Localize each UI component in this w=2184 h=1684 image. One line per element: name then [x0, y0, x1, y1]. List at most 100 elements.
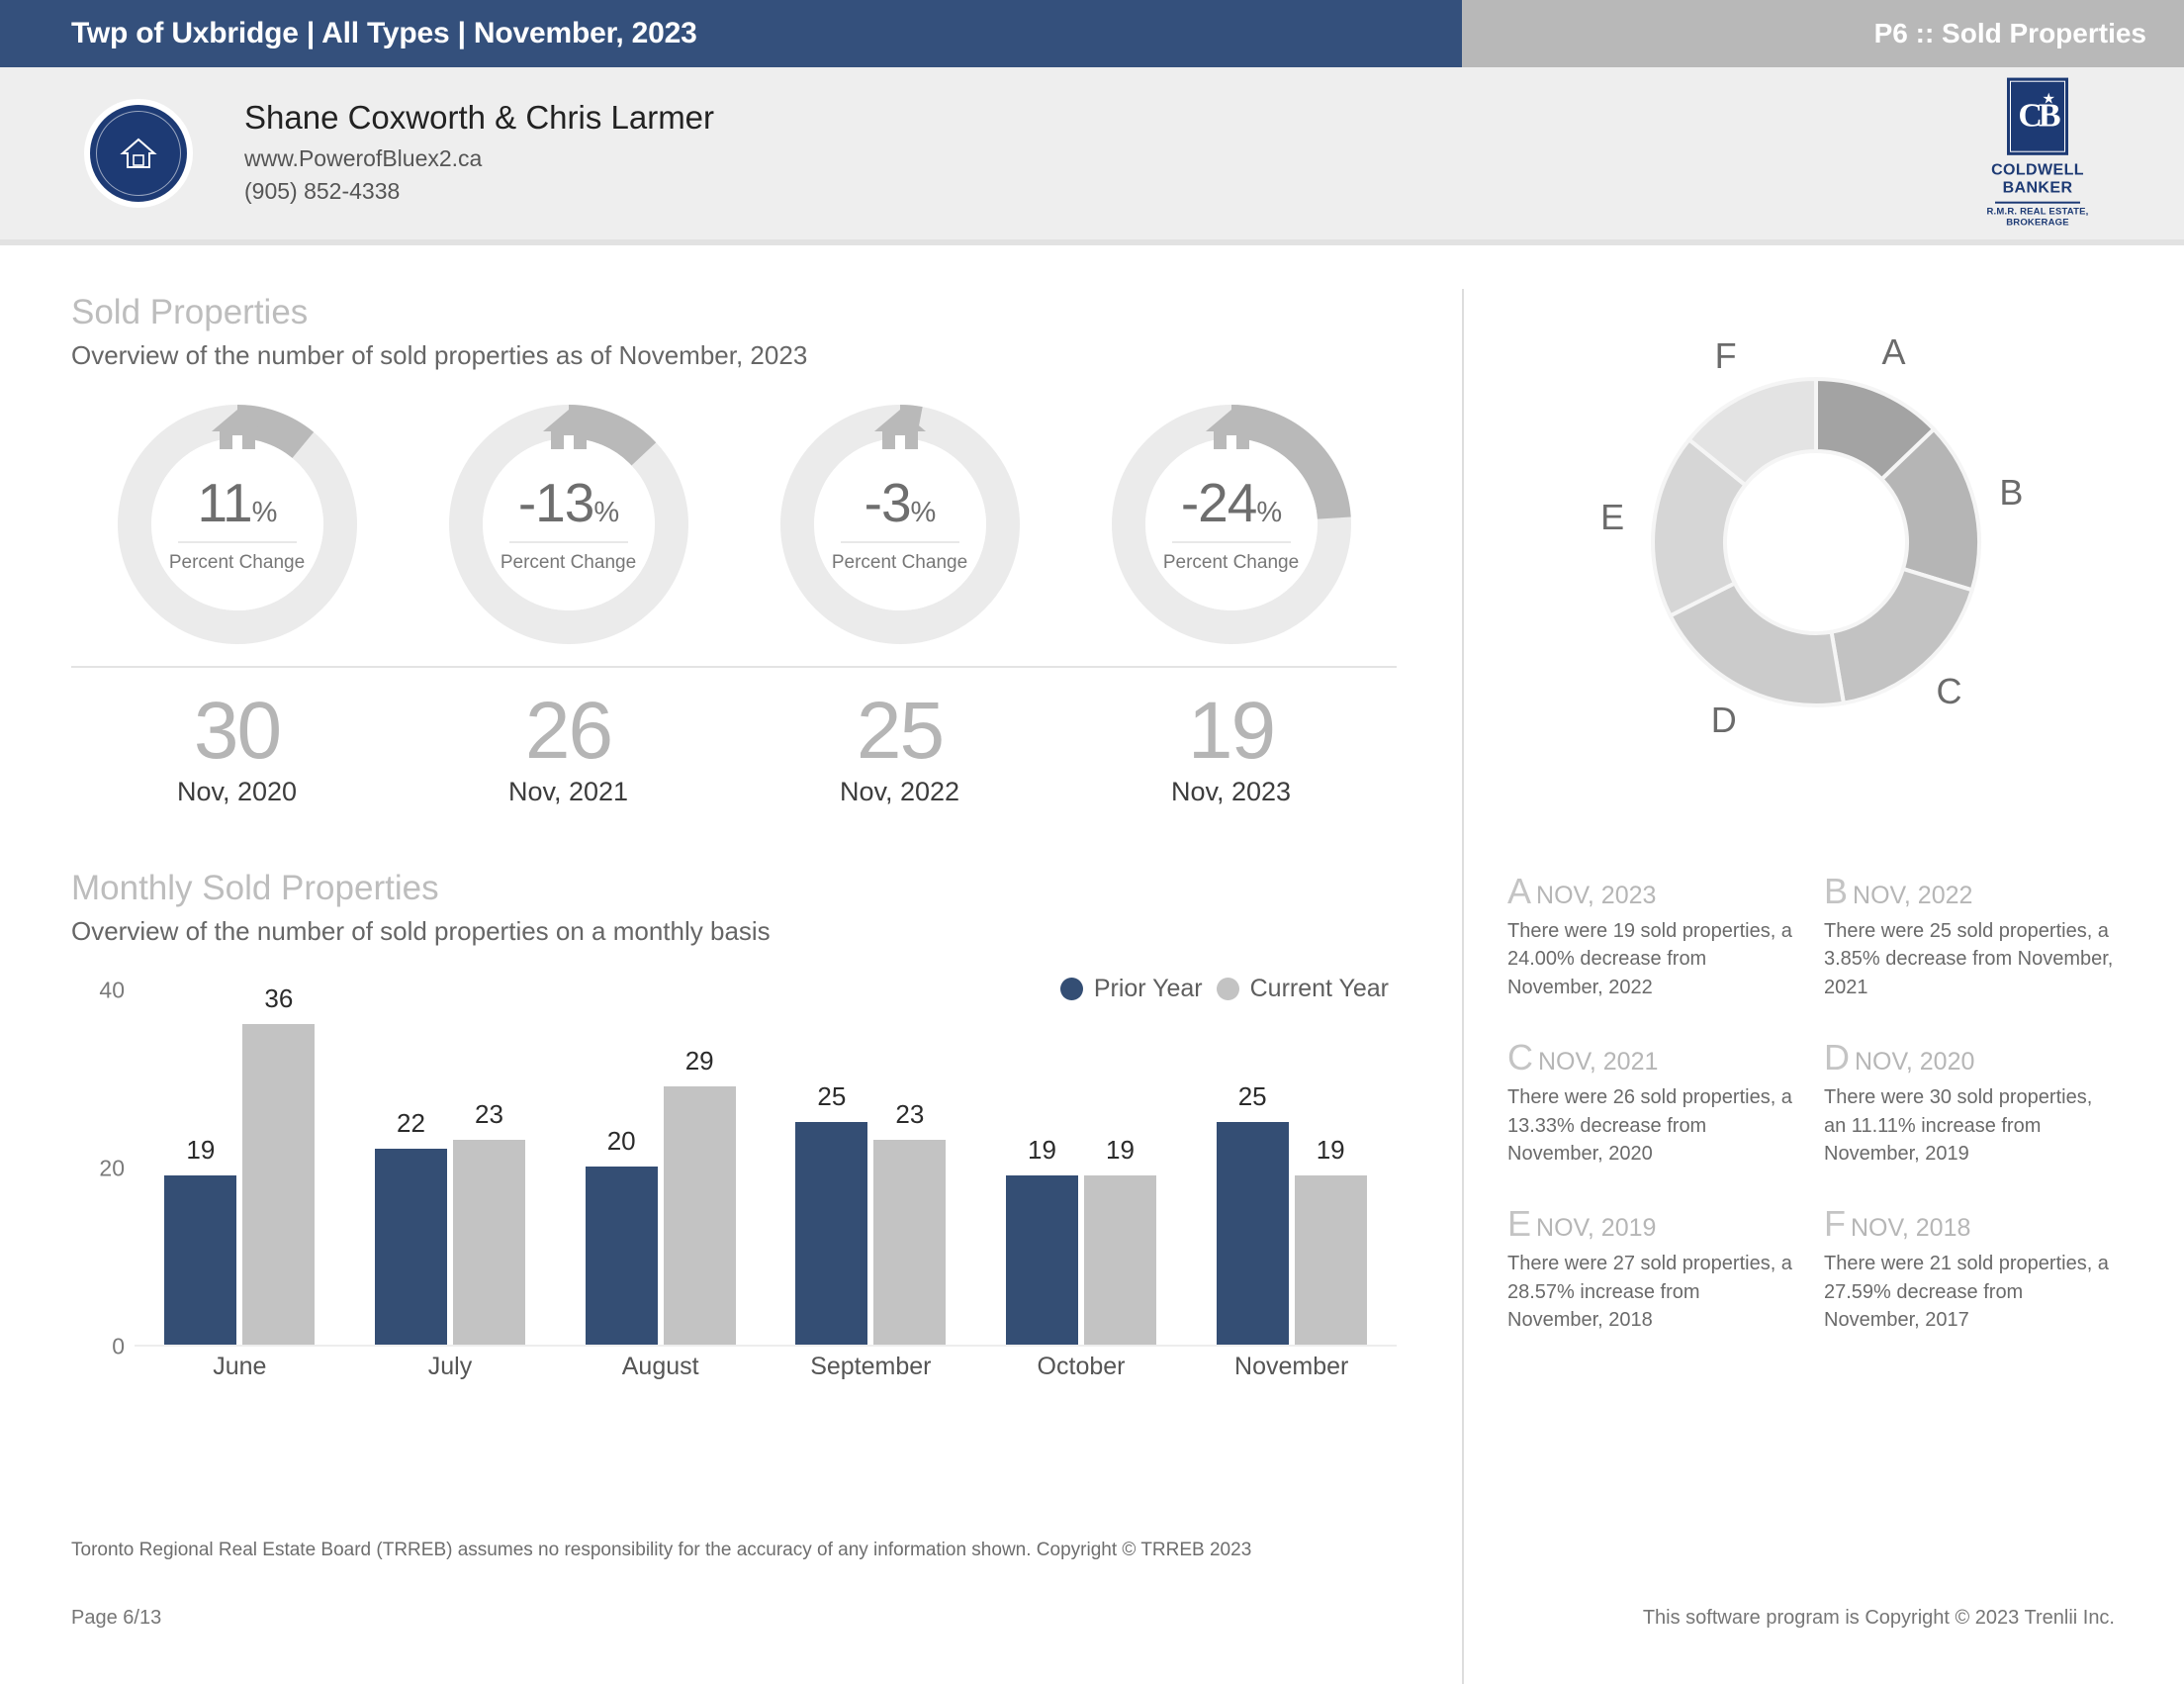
bar[interactable] — [1216, 1121, 1289, 1345]
gauge-rule — [508, 540, 628, 543]
yearly-totals-row: 30 Nov, 2020 26 Nov, 2021 25 Nov, 2022 19 Nov, … — [71, 690, 1397, 807]
bar-value-label: 25 — [817, 1080, 847, 1111]
bar-value-label: 19 — [1028, 1134, 1056, 1165]
brokerage-name-line2: BANKER — [2002, 179, 2073, 197]
brokerage-sub-line2: BROKERAGE — [2006, 217, 2069, 229]
sold-properties-subtitle: Overview of the number of sold propertie… — [71, 340, 808, 370]
donut-legend-description: There were 19 sold properties, a 24.00% … — [1507, 920, 1792, 998]
yearly-total-cell: 25 Nov, 2022 — [734, 690, 1065, 807]
donut-legend-item: C NOV, 2021 There were 26 sold properties,… — [1507, 1037, 1824, 1168]
bar-wrapper: 36 — [242, 983, 316, 1345]
donut-legend-period: NOV, 2023 — [1536, 882, 1657, 909]
section-divider — [71, 666, 1397, 668]
agent-website[interactable]: www.PowerofBluex2.ca — [244, 142, 714, 175]
bar-group: 25 19 — [1186, 990, 1397, 1345]
bar-wrapper: 20 — [585, 990, 658, 1345]
donut-slice-label: A — [1881, 331, 1906, 373]
bar-value-label: 23 — [475, 1098, 503, 1129]
donut-slice-label: E — [1600, 497, 1625, 538]
gauge-cell: -3% Percent Change — [734, 401, 1065, 648]
gauge-row: 11% Percent Change -13% Percent Change -3% Pe… — [71, 401, 1397, 648]
donut-legend-item: B NOV, 2022 There were 25 sold properties,… — [1824, 871, 2140, 1001]
bar[interactable] — [242, 1023, 316, 1345]
bar-group: 20 29 — [555, 990, 766, 1345]
donut-legend-letter: C — [1507, 1037, 1533, 1078]
percent-change-gauge: 11% Percent Change — [114, 401, 361, 648]
donut-legend-heading: B NOV, 2022 — [1824, 871, 2117, 912]
gauge-percent-symbol: % — [1256, 496, 1282, 528]
bar-group: 25 23 — [766, 990, 976, 1345]
brokerage-name-line1: COLDWELL — [1991, 161, 2084, 179]
donut-legend-description: There were 21 sold properties, a 27.59% … — [1824, 1253, 2109, 1332]
top-header-bar: Twp of Uxbridge | All Types | November, … — [0, 0, 2184, 67]
coldwell-banker-mark-icon: CB ★ — [2007, 77, 2068, 155]
agent-name: Shane Coxworth & Chris Larmer — [244, 99, 715, 137]
yearly-total-value: 30 — [193, 686, 282, 776]
home-icon — [873, 410, 926, 449]
yearly-total-period: Nov, 2021 — [507, 776, 629, 806]
bar[interactable] — [164, 1174, 237, 1345]
left-column: Sold Properties Overview of the number o… — [0, 245, 1462, 1678]
bar[interactable] — [1006, 1174, 1079, 1345]
bar[interactable] — [663, 1085, 736, 1345]
monthly-bar-chart: Prior Year Current Year 0 20 40 19 36 22 23 20 2… — [71, 975, 1397, 1386]
x-axis-label: June — [213, 1352, 267, 1380]
bar-group: 19 19 — [976, 990, 1187, 1345]
gauge-label: Percent Change — [831, 551, 968, 573]
seal-house-glyph — [120, 138, 157, 168]
bar-value-label: 19 — [1316, 1134, 1345, 1165]
donut-legend-period: NOV, 2021 — [1538, 1048, 1659, 1076]
agent-info-bar: Shane Coxworth & Chris Larmer www.Powero… — [0, 67, 2184, 245]
x-axis-label: July — [427, 1352, 473, 1380]
donut-slice-label: B — [1999, 471, 2024, 513]
gauge-percent-symbol: % — [251, 496, 278, 528]
yearly-total-cell: 26 Nov, 2021 — [403, 690, 734, 807]
monthly-subtitle: Overview of the number of sold propertie… — [71, 915, 771, 946]
donut-slice-label: F — [1714, 335, 1737, 377]
donut-legend-letter: B — [1824, 871, 1849, 911]
bar-wrapper: 19 — [1294, 990, 1367, 1345]
gauge-cell: -13% Percent Change — [403, 401, 734, 648]
bar[interactable] — [585, 1166, 658, 1345]
gauge-label: Percent Change — [500, 551, 637, 573]
donut-legend-period: NOV, 2018 — [1851, 1214, 1971, 1243]
bar[interactable] — [375, 1148, 447, 1345]
chart-x-axis: June July August September October November — [135, 1353, 1397, 1381]
donut-legend-period: NOV, 2019 — [1536, 1214, 1657, 1243]
home-icon — [542, 410, 594, 449]
bar[interactable] — [873, 1139, 947, 1345]
house-seal-icon — [88, 103, 189, 204]
gauge-label: Percent Change — [1162, 551, 1300, 573]
yearly-total-period: Nov, 2022 — [839, 776, 960, 806]
bar[interactable] — [1294, 1174, 1367, 1345]
donut-legend-list: A NOV, 2023 There were 19 sold properties,… — [1507, 871, 2140, 1370]
agent-phone[interactable]: (905) 852-4338 — [244, 175, 714, 208]
bar[interactable] — [1084, 1174, 1157, 1345]
donut-legend-letter: D — [1824, 1037, 1850, 1078]
gauge-cell: 11% Percent Change — [71, 401, 403, 648]
bar-value-label: 19 — [1106, 1134, 1135, 1165]
chart-plot-area: 19 36 22 23 20 29 25 23 19 19 25 19 — [135, 983, 1397, 1347]
bar-value-label: 36 — [264, 982, 294, 1013]
gauge-value: -13% — [517, 471, 619, 533]
gauge-rule — [1171, 540, 1291, 543]
bar[interactable] — [453, 1139, 525, 1345]
bar-value-label: 23 — [895, 1098, 925, 1129]
yearly-total-value: 25 — [856, 686, 945, 776]
star-icon: ★ — [2042, 90, 2055, 108]
bar-value-label: 19 — [186, 1134, 216, 1165]
donut-legend-heading: D NOV, 2020 — [1824, 1037, 2117, 1078]
yearly-total-cell: 30 Nov, 2020 — [71, 690, 403, 807]
cb-monogram: CB — [2010, 80, 2065, 152]
donut-legend-heading: A NOV, 2023 — [1507, 871, 1800, 912]
bar-wrapper: 19 — [1084, 990, 1157, 1345]
gauge-value: -24% — [1180, 471, 1282, 533]
y-axis-tick: 0 — [112, 1333, 125, 1359]
x-axis-label: November — [1234, 1352, 1349, 1380]
bar-wrapper: 23 — [453, 990, 525, 1345]
monthly-header: Monthly Sold Properties Overview of the … — [71, 869, 1462, 947]
donut-slice-label: D — [1710, 700, 1737, 741]
bar[interactable] — [795, 1121, 868, 1345]
donut-legend-letter: E — [1507, 1203, 1532, 1245]
percent-change-gauge: -3% Percent Change — [776, 401, 1024, 648]
